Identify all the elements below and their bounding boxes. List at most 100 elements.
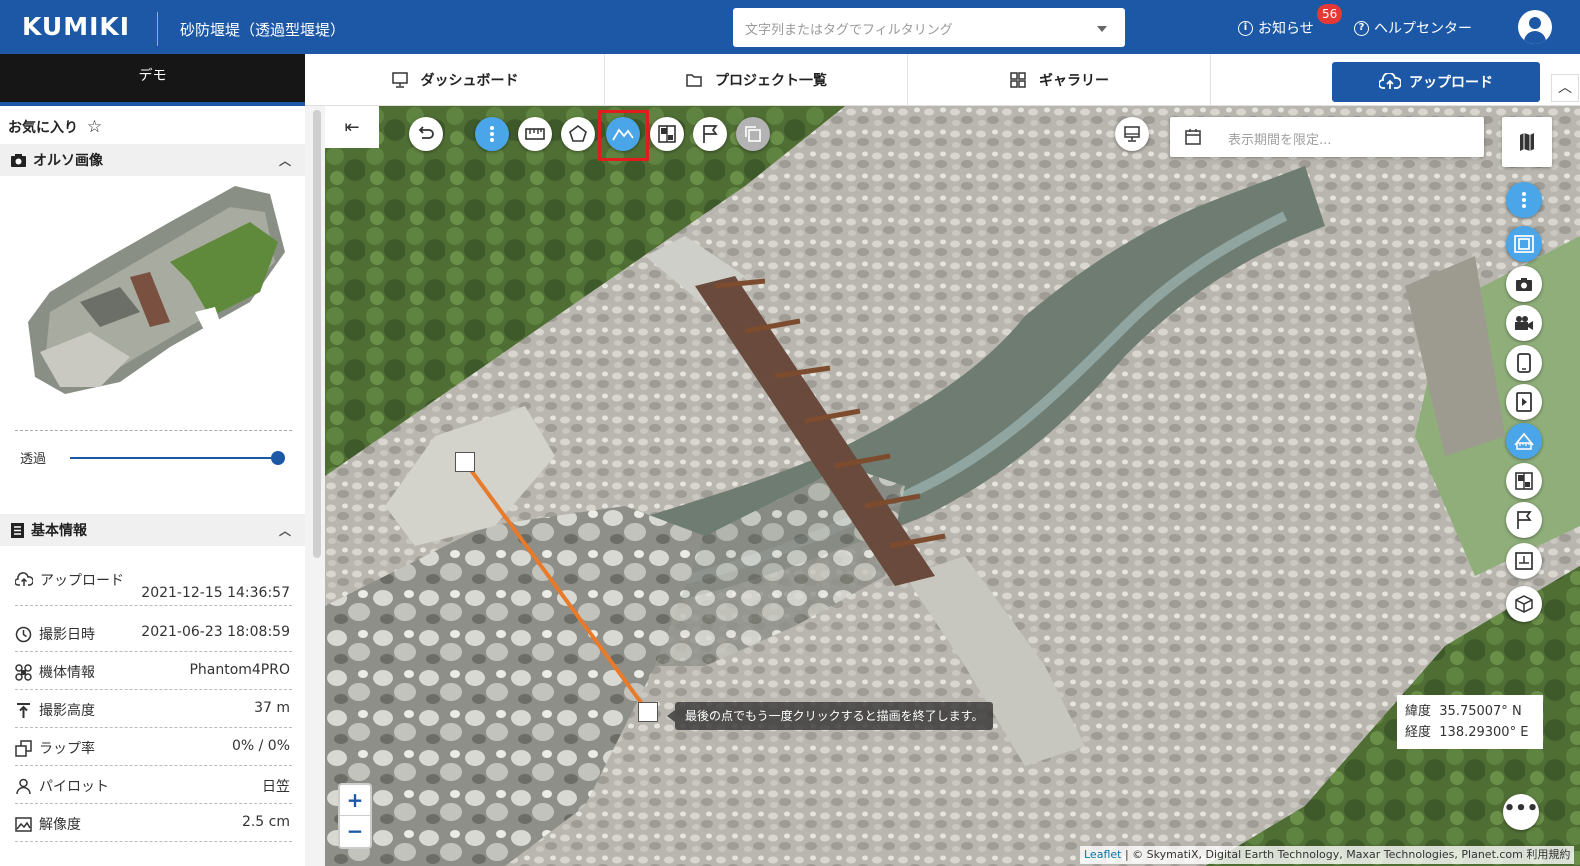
- opacity-slider-handle[interactable]: [271, 451, 285, 465]
- chevron-up-icon: ︿: [278, 524, 291, 538]
- collapse-header-button[interactable]: ︿: [1551, 74, 1579, 102]
- tablet-icon: [1517, 353, 1531, 373]
- more-vertical-icon: [1522, 192, 1526, 208]
- more-tools-button[interactable]: [475, 117, 509, 151]
- line-vertex-end[interactable]: [638, 702, 658, 722]
- flag-icon: [1517, 511, 1532, 529]
- attribution-text: | © SkymatiX, Digital Earth Technology, …: [1121, 848, 1571, 861]
- info-row-shoot-date: 撮影日時 2021-06-23 18:08:59: [15, 614, 292, 652]
- info-label: 撮影高度: [39, 703, 95, 719]
- flag-icon: [703, 125, 718, 143]
- 3d-model-button[interactable]: [1506, 586, 1542, 622]
- camera-icon: [1516, 277, 1532, 291]
- header-divider: [157, 12, 158, 46]
- tab-dashboard[interactable]: ダッシュボード: [305, 54, 605, 106]
- photo-layer-button[interactable]: [1506, 266, 1542, 302]
- opacity-slider-track[interactable]: [70, 457, 278, 459]
- notifications-link[interactable]: i お知らせ: [1238, 18, 1314, 38]
- sidebar-scrollbar[interactable]: [313, 110, 321, 558]
- filter-select[interactable]: 文字列またはタグでフィルタリング: [733, 8, 1125, 47]
- basic-info-section-header[interactable]: 基本情報 ︿: [0, 514, 305, 546]
- info-value: Phantom4PRO: [189, 662, 290, 678]
- info-label: 機体情報: [39, 665, 95, 681]
- display-toggle-button[interactable]: [1115, 117, 1149, 151]
- ruler-tool-button[interactable]: [518, 117, 552, 151]
- chevron-down-icon: [1097, 26, 1107, 32]
- tab-project-list[interactable]: プロジェクト一覧: [605, 54, 908, 106]
- ortho-section-title: オルソ画像: [33, 153, 103, 169]
- info-value: 日笠: [262, 779, 290, 795]
- info-label: パイロット: [39, 779, 109, 795]
- video-layer-button[interactable]: [1506, 305, 1542, 341]
- more-options-button[interactable]: •••: [1503, 794, 1539, 830]
- coordinate-readout: 緯度 35.75007° N 経度 138.29300° E: [1397, 695, 1543, 749]
- tablet-view-button[interactable]: [1506, 345, 1542, 381]
- date-range-input[interactable]: 表示期間を限定...: [1170, 117, 1484, 157]
- info-row-upload: アップロード 2021-12-15 14:36:57: [15, 560, 292, 606]
- user-avatar[interactable]: [1518, 10, 1552, 44]
- undo-icon: [418, 126, 434, 139]
- app-header: KUMIKI 砂防堰堤（透過型堰堤） 文字列またはタグでフィルタリング i お知…: [0, 0, 1580, 54]
- org-tab-demo[interactable]: デモ: [0, 54, 305, 106]
- notification-count-badge: 56: [1317, 4, 1343, 24]
- compare-layer-button[interactable]: [1506, 463, 1542, 499]
- compare-icon: [1515, 472, 1533, 490]
- longitude-label: 経度: [1405, 725, 1432, 740]
- info-value: 37 m: [254, 700, 290, 716]
- ortho-thumbnail[interactable]: [20, 182, 290, 402]
- overlap-icon: [15, 739, 32, 757]
- copy-tool-button[interactable]: [736, 117, 770, 151]
- map-view[interactable]: [325, 106, 1580, 866]
- measure-3d-icon: [1514, 432, 1534, 450]
- polygon-tool-button[interactable]: [561, 117, 595, 151]
- highlight-box: [598, 110, 649, 161]
- star-icon[interactable]: ☆: [87, 117, 102, 137]
- favorites-toggle[interactable]: お気に入り ☆: [8, 117, 102, 137]
- help-center-link[interactable]: ? ヘルプセンター: [1354, 18, 1472, 38]
- drawing-tooltip: 最後の点でもう一度クリックすると描画を終了します。: [666, 702, 994, 730]
- altitude-icon: [17, 702, 30, 718]
- measure-3d-button[interactable]: [1506, 423, 1542, 459]
- leaflet-link[interactable]: Leaflet: [1084, 848, 1121, 861]
- grid-icon: [1010, 72, 1026, 88]
- tab-gallery[interactable]: ギャラリー: [908, 54, 1211, 106]
- flag-tool-button[interactable]: [693, 117, 727, 151]
- upload-icon: [15, 572, 33, 586]
- tab-project-list-label: プロジェクト一覧: [715, 73, 827, 89]
- board-layer-button[interactable]: [1506, 543, 1542, 579]
- line-vertex-start[interactable]: [455, 452, 475, 472]
- main-nav: デモ ダッシュボード プロジェクト一覧 ギャラリー アップロード ︿: [0, 54, 1580, 106]
- right-more-button[interactable]: [1506, 182, 1542, 218]
- favorites-label: お気に入り: [8, 120, 78, 136]
- info-row-aircraft: 機体情報 Phantom4PRO: [15, 652, 292, 690]
- cloud-upload-icon: [1379, 73, 1401, 89]
- calendar-icon: [1185, 129, 1201, 145]
- monitor-icon: [391, 72, 408, 88]
- kumiki-logo[interactable]: KUMIKI: [22, 12, 130, 41]
- polygon-icon: [569, 125, 587, 142]
- frame-layer-button[interactable]: [1506, 226, 1542, 262]
- undo-button[interactable]: [409, 117, 443, 151]
- cube-icon: [1515, 595, 1533, 613]
- more-vertical-icon: [490, 126, 494, 142]
- info-label: 解像度: [39, 817, 81, 833]
- document-layer-button[interactable]: [1506, 384, 1542, 420]
- upload-button[interactable]: アップロード: [1332, 62, 1540, 102]
- flag-layer-button[interactable]: [1506, 502, 1542, 538]
- collapse-sidebar-button[interactable]: ⇤: [325, 106, 379, 148]
- camera-icon: [11, 153, 26, 167]
- info-label: 撮影日時: [39, 627, 95, 643]
- basemap-button[interactable]: [1502, 117, 1552, 167]
- copy-icon: [745, 126, 761, 142]
- help-label: ヘルプセンター: [1374, 21, 1472, 37]
- aerial-imagery: [325, 106, 1580, 866]
- info-value: 2021-06-23 18:08:59: [141, 624, 290, 640]
- info-label: ラップ率: [39, 741, 95, 757]
- longitude-value: 138.29300° E: [1439, 725, 1529, 740]
- zoom-out-button[interactable]: −: [340, 816, 370, 847]
- ortho-section-header[interactable]: オルソ画像 ︿: [0, 144, 305, 176]
- zoom-in-button[interactable]: +: [340, 785, 370, 816]
- compare-tool-button[interactable]: [650, 117, 684, 151]
- info-row-pilot: パイロット 日笠: [15, 766, 292, 804]
- notifications-label: お知らせ: [1258, 21, 1314, 37]
